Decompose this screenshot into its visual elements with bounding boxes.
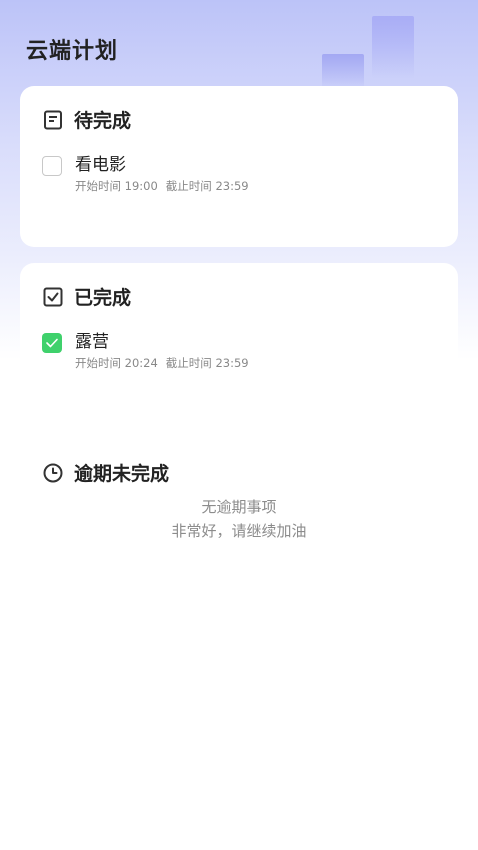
header-decoration (322, 54, 364, 90)
task-end-time: 截止时间 23:59 (165, 179, 249, 193)
done-section-title: 已完成 (74, 287, 132, 309)
pending-section-title: 待完成 (74, 110, 132, 132)
task-start-time: 开始时间 20:24 (75, 356, 158, 370)
task-checkbox[interactable] (42, 156, 62, 176)
task-checkbox-checked[interactable] (42, 333, 62, 353)
overdue-section-header: 逾期未完成 (42, 459, 169, 486)
task-title: 露营 (75, 332, 109, 352)
task-title: 看电影 (75, 155, 126, 175)
checkbox-checked-icon (42, 286, 64, 308)
task-end-time: 截止时间 23:59 (165, 356, 249, 370)
task-meta: 开始时间 19:00 截止时间 23:59 (75, 178, 249, 194)
clock-icon (42, 462, 64, 484)
header-decoration (372, 16, 414, 78)
list-doc-icon (42, 109, 64, 131)
pending-section-header: 待完成 (42, 106, 131, 133)
pending-card: 待完成 看电影 开始时间 19:00 截止时间 23:59 (20, 86, 458, 247)
check-icon (46, 338, 58, 348)
page-title: 云端计划 (26, 39, 119, 64)
overdue-section-title: 逾期未完成 (74, 463, 170, 485)
task-meta: 开始时间 20:24 截止时间 23:59 (75, 355, 249, 371)
done-section-header: 已完成 (42, 283, 131, 310)
done-card: 已完成 露营 开始时间 20:24 截止时间 23:59 (20, 263, 458, 413)
overdue-empty-text: 无逾期事项 (201, 498, 277, 516)
overdue-encourage-text: 非常好，请继续加油 (171, 522, 307, 540)
task-start-time: 开始时间 19:00 (75, 179, 158, 193)
